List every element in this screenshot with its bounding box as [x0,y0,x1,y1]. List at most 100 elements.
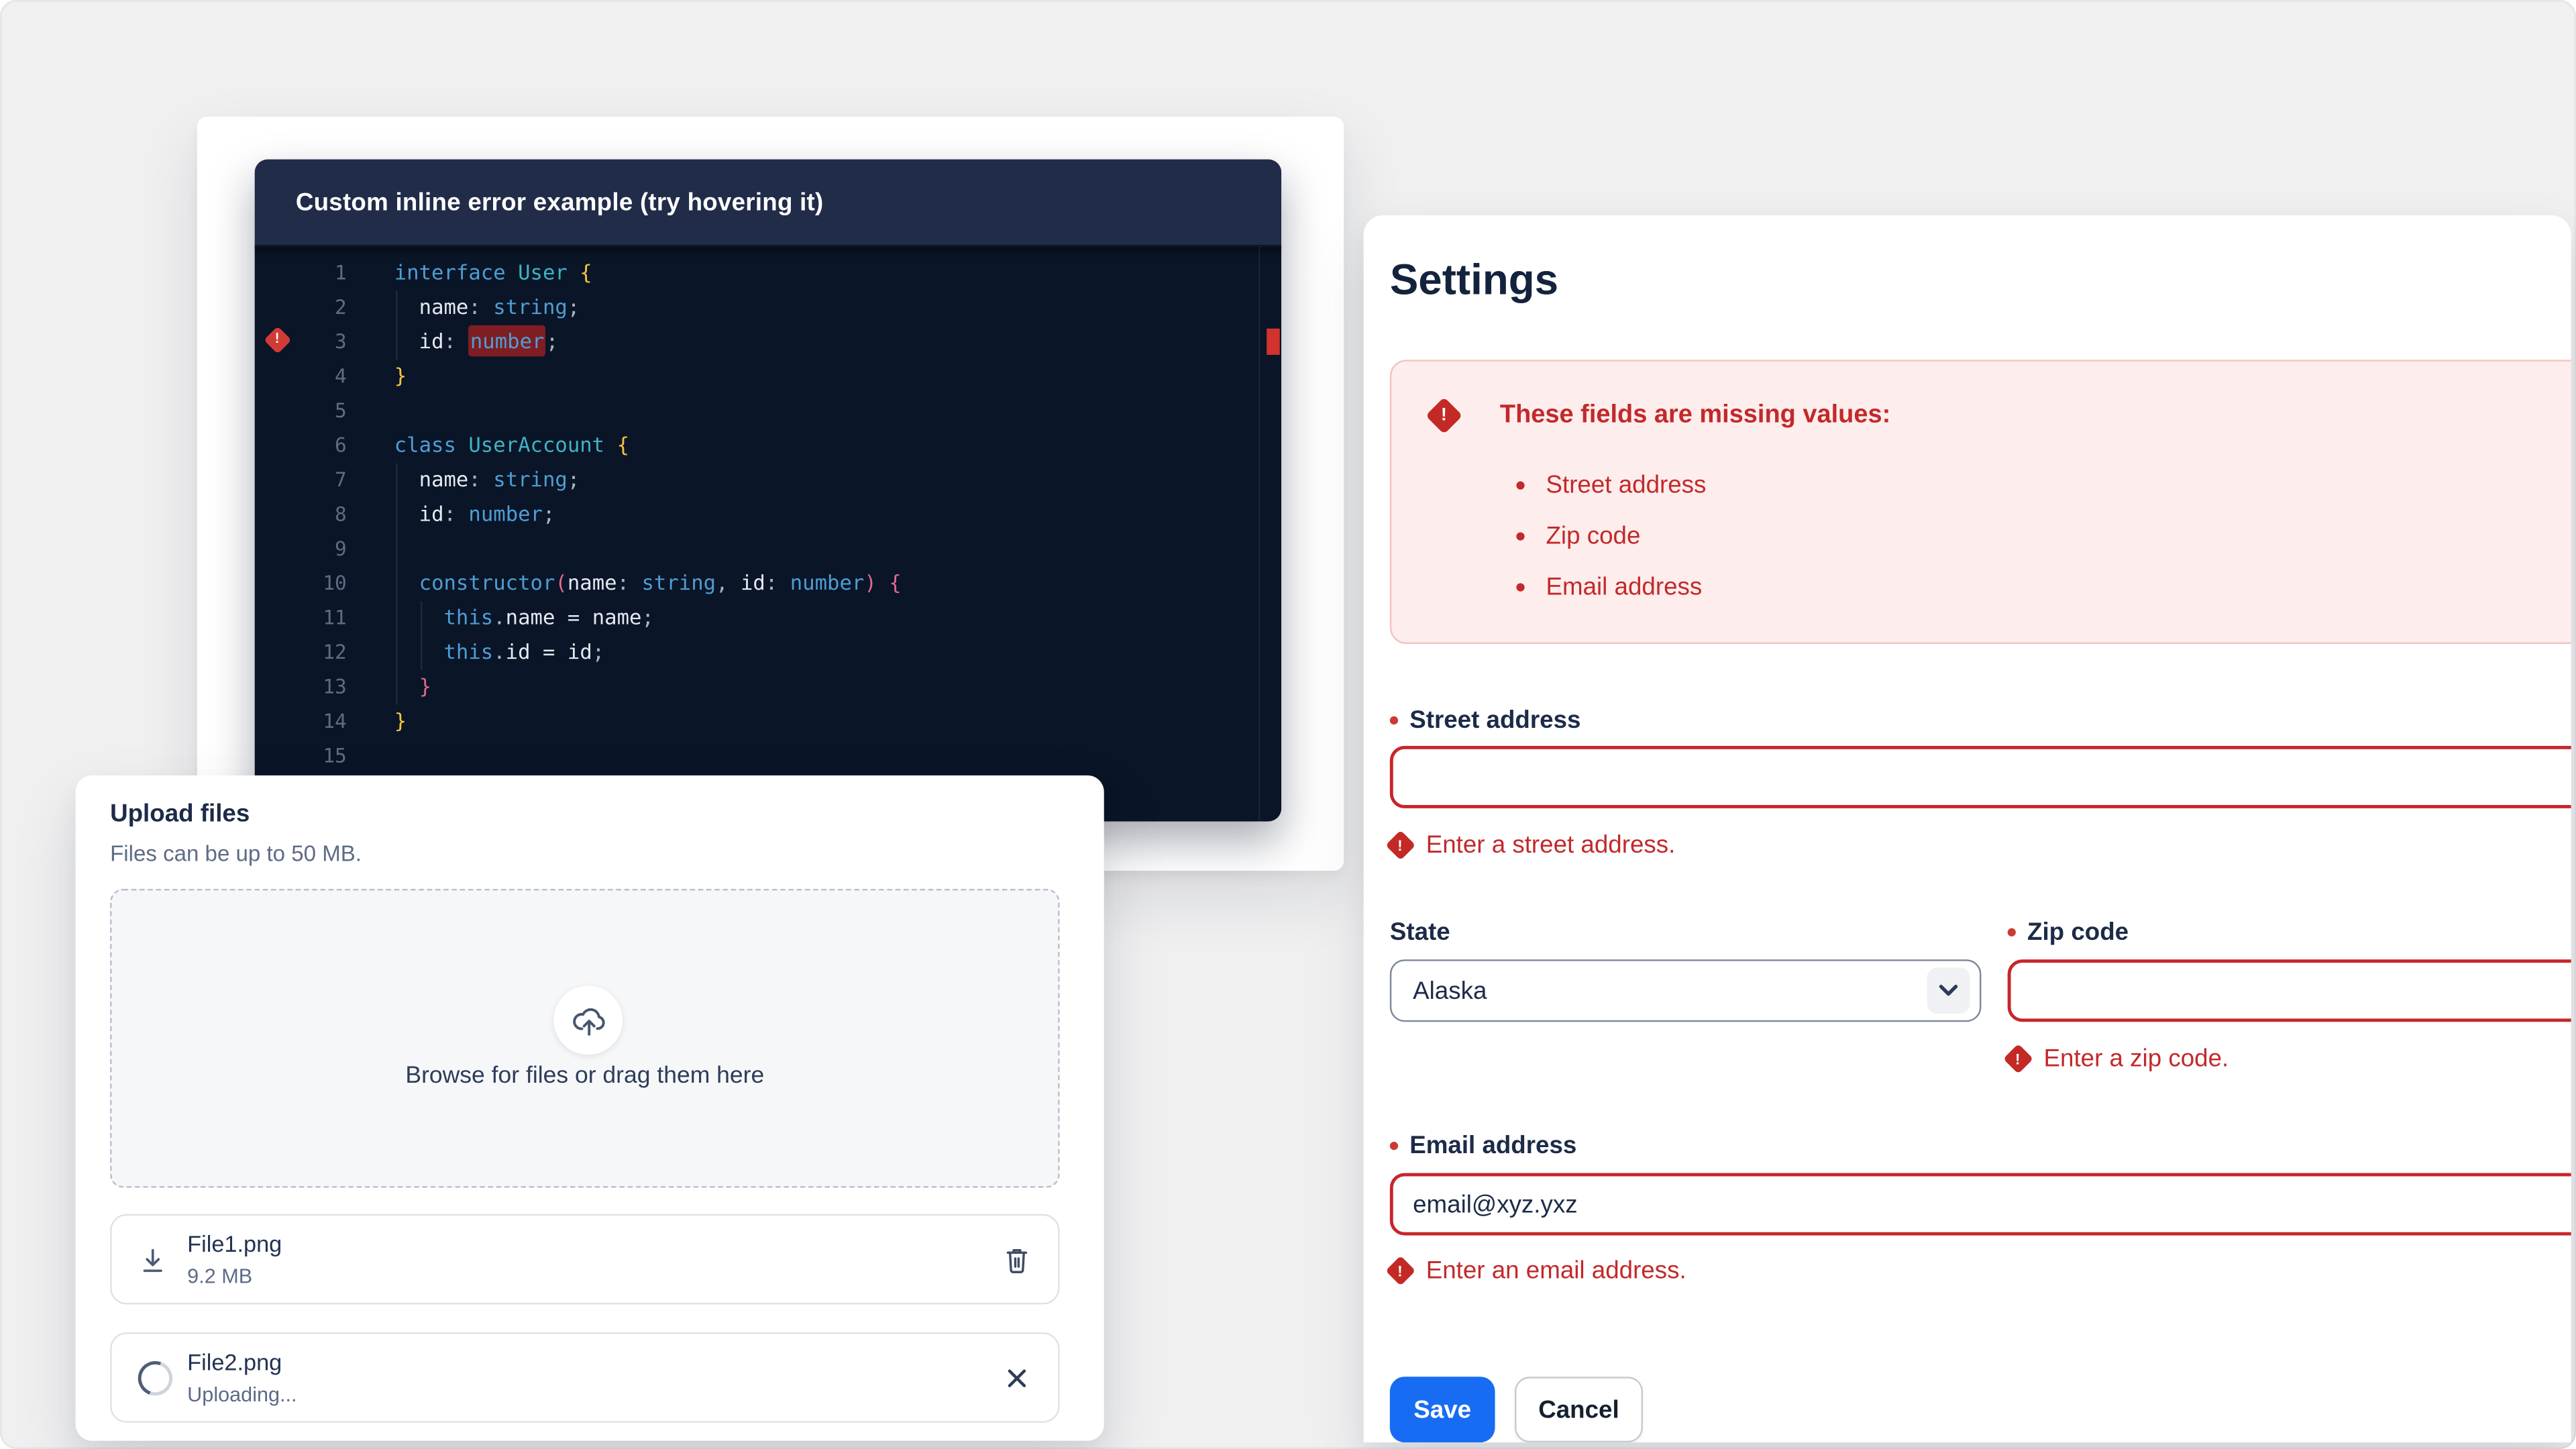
error-summary-header: ! These fields are missing values: [1431,401,1890,431]
code-token [555,639,567,664]
code-token: id [506,639,531,664]
chevron-down-icon [1927,967,1970,1014]
code-token: name [568,570,617,595]
code-token: : [444,329,456,354]
upload-files-card: Upload files Files can be up to 50 MB. B… [76,775,1104,1441]
spinner-icon [132,1354,178,1400]
error-diamond-icon: ! [2003,1043,2033,1073]
file-status: Uploading... [187,1383,297,1406]
indent-guide [396,290,397,360]
line-number: 4 [255,364,347,386]
trash-icon [1004,1244,1030,1274]
indent-guide [396,464,397,705]
form-actions: Save Cancel [1390,1377,1643,1442]
error-token[interactable]: number [468,325,545,357]
required-dot [1390,1141,1398,1149]
line-number: 7 [255,468,347,490]
code-token [394,639,444,664]
code-token [456,432,468,457]
code-token: id [419,329,444,354]
close-icon [1006,1366,1028,1389]
code-token: string [493,467,568,492]
code-token [394,570,419,595]
email-address-error: ! Enter an email address. [1390,1255,1686,1285]
code-token: string [493,294,568,319]
code-token [604,432,616,457]
code-token: name [506,604,555,629]
code-line: 10 constructor(name: string, id: number)… [255,565,1282,599]
code-token: UserAccount [468,432,604,457]
state-label: State [1390,917,1450,947]
code-token: number [468,501,543,526]
code-token: string [641,570,716,595]
page: Custom inline error example (try hoverin… [0,0,2576,1449]
code-line: 7 name: string; [255,462,1282,496]
error-summary-item: Zip code [1516,521,1706,550]
code-token [568,260,580,284]
street-address-input[interactable] [1390,746,2571,808]
error-summary-item: Email address [1516,572,1706,601]
code-token [394,501,419,526]
editor-code-area[interactable]: 1interface User {2 name: string;3 id: nu… [255,246,1282,821]
code-example-card: Custom inline error example (try hoverin… [197,117,1344,871]
code-line: 5 [255,392,1282,427]
file-row: File2.png Uploading... [110,1332,1060,1423]
settings-panel: Settings ! These fields are missing valu… [1364,215,2571,1442]
code-token: name [419,467,469,492]
code-token: : [444,501,456,526]
code-editor: Custom inline error example (try hoverin… [255,160,1282,822]
code-token [481,467,493,492]
code-line: 3 id: number; [255,323,1282,358]
email-address-input[interactable] [1390,1173,2571,1236]
code-token: ; [641,604,653,629]
scrollbar-divider [1258,246,1260,821]
code-line: 6class UserAccount { [255,427,1282,462]
code-token [877,570,889,595]
file-dropzone[interactable]: Browse for files or drag them here [110,889,1060,1188]
code-line: 14} [255,703,1282,737]
line-number: 1 [255,260,347,283]
code-token [777,570,790,595]
code-token: { [617,432,629,457]
file-size: 9.2 MB [187,1265,252,1288]
bullet-icon [1516,480,1524,488]
error-summary-list: Street address Zip code Email address [1516,470,1706,623]
code-token [394,674,419,698]
editor-title-bar: Custom inline error example (try hoverin… [255,160,1282,247]
code-token [629,570,641,595]
save-button[interactable]: Save [1390,1377,1495,1442]
required-dot [2008,927,2016,935]
code-token: ; [543,501,555,526]
code-token: ; [568,294,580,319]
code-token [531,639,543,664]
line-number: 2 [255,295,347,318]
code-lines: 1interface User {2 name: string;3 id: nu… [255,246,1282,772]
code-token: , [716,570,728,595]
line-number: 8 [255,502,347,525]
code-token: this [443,604,493,629]
alert-diamond-icon: ! [1426,397,1462,434]
state-select[interactable]: Alaska [1390,959,1982,1022]
code-token [394,604,444,629]
cancel-button[interactable]: Cancel [1515,1377,1643,1442]
code-token [456,501,468,526]
upload-title: Upload files [110,800,250,828]
line-number: 10 [255,571,347,594]
code-token: interface [394,260,506,284]
zip-code-input[interactable] [2008,959,2571,1022]
line-number: 6 [255,433,347,455]
code-token: } [419,674,431,698]
line-number: 15 [255,743,347,766]
line-number: 5 [255,398,347,421]
code-token: : [617,570,629,595]
error-diamond-icon: ! [1385,829,1415,859]
code-token [394,294,419,319]
indent-guide [421,601,422,670]
code-line: 1interface User { [255,255,1282,289]
delete-file-button[interactable] [996,1238,1038,1281]
required-dot [1390,716,1398,724]
code-token: number [790,570,865,595]
code-token: : [468,294,480,319]
cancel-upload-button[interactable] [996,1356,1038,1399]
code-token [394,329,419,354]
